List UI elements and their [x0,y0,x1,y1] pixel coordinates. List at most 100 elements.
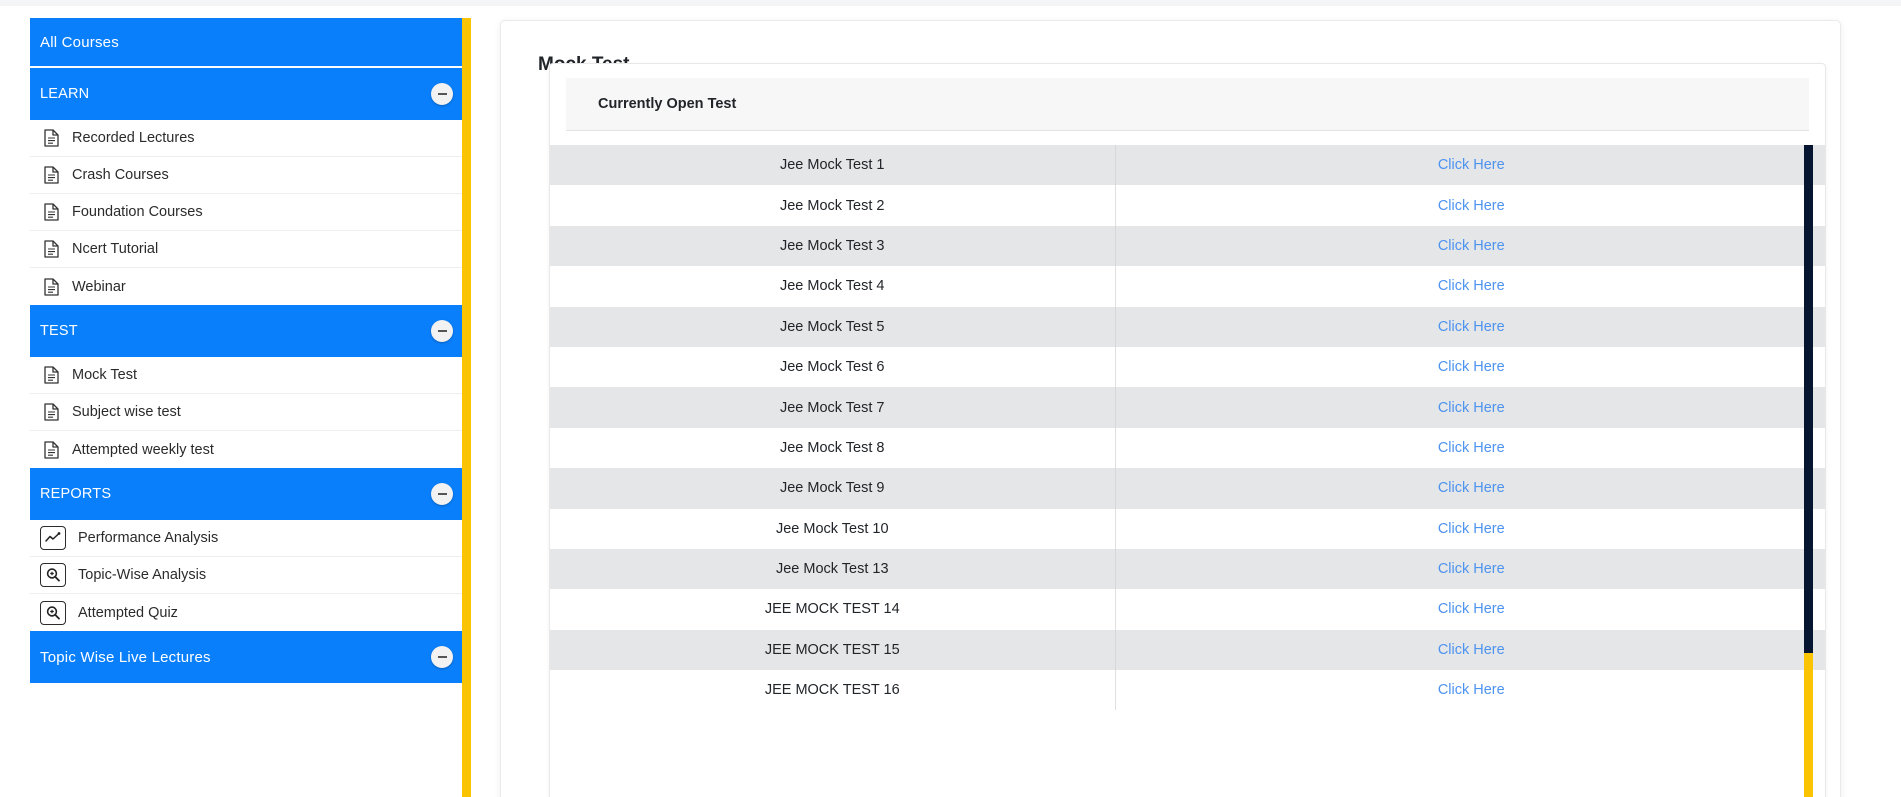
chart-line-icon [40,526,66,550]
sidebar-item-topic-wise-analysis[interactable]: Topic-Wise Analysis [30,557,470,594]
sidebar-item-crash-courses[interactable]: Crash Courses [30,157,470,194]
vertical-scrollbar-track[interactable] [1804,145,1813,797]
sidebar-item-label: Recorded Lectures [72,130,195,146]
table-row: Jee Mock Test 7 Click Here [550,387,1825,428]
minus-icon[interactable] [431,320,453,342]
click-here-link[interactable]: Click Here [1438,440,1505,456]
table-row: Jee Mock Test 2 Click Here [550,185,1825,226]
sidebar-section-label-topic-wise-live-lectures: Topic Wise Live Lectures [40,648,211,666]
click-here-link[interactable]: Click Here [1438,480,1505,496]
click-here-link[interactable]: Click Here [1438,157,1505,173]
test-action-cell: Click Here [1115,185,1825,226]
test-action-cell: Click Here [1115,508,1825,549]
test-name-cell: Jee Mock Test 10 [550,508,1116,549]
sidebar-item-label: Mock Test [72,367,138,383]
test-action-cell: Click Here [1115,670,1825,711]
table-row: Jee Mock Test 6 Click Here [550,346,1825,388]
test-name-cell: JEE MOCK TEST 16 [550,670,1116,711]
test-action-cell: Click Here [1115,548,1825,590]
test-action-cell: Click Here [1115,629,1825,671]
app-root: All Courses LEARN Recorded Lectures Cras… [0,0,1901,797]
minus-icon[interactable] [431,83,453,105]
table-row: Jee Mock Test 8 Click Here [550,427,1825,469]
test-action-cell: Click Here [1115,427,1825,469]
table-row: JEE MOCK TEST 16 Click Here [550,670,1825,711]
test-action-cell: Click Here [1115,589,1825,630]
test-name-cell: JEE MOCK TEST 15 [550,629,1116,671]
test-action-cell: Click Here [1115,225,1825,267]
table-row: Jee Mock Test 5 Click Here [550,306,1825,347]
click-here-link[interactable]: Click Here [1438,682,1505,698]
sidebar: All Courses LEARN Recorded Lectures Cras… [30,18,470,797]
sidebar-item-attempted-quiz[interactable]: Attempted Quiz [30,594,470,631]
sidebar-section-header-topic-wise-live-lectures[interactable]: Topic Wise Live Lectures [30,631,470,683]
sidebar-item-label: Attempted weekly test [72,441,214,458]
sidebar-item-label: Attempted Quiz [78,604,178,621]
test-name-cell: Jee Mock Test 4 [550,266,1116,307]
minus-icon[interactable] [431,646,453,668]
sidebar-item-label: Topic-Wise Analysis [78,567,207,583]
test-action-cell: Click Here [1115,306,1825,347]
document-icon [40,238,62,260]
table-row: JEE MOCK TEST 15 Click Here [550,629,1825,671]
click-here-link[interactable]: Click Here [1438,359,1505,375]
tests-table-scroll-area[interactable]: Jee Mock Test 1 Click Here Jee Mock Test 2… [550,145,1825,797]
click-here-link[interactable]: Click Here [1438,278,1505,294]
sidebar-section-label-reports: REPORTS [40,486,112,502]
test-name-cell: Jee Mock Test 3 [550,225,1116,267]
sidebar-item-label: Crash Courses [72,167,169,183]
all-courses-label: All Courses [40,33,119,51]
test-name-cell: Jee Mock Test 5 [550,306,1116,347]
minus-icon[interactable] [431,483,453,505]
document-icon [40,127,62,149]
panel-header: Currently Open Test [566,78,1809,131]
sidebar-group-reports: Performance Analysis Topic-Wise Analysis… [30,520,470,631]
sidebar-section-header-test[interactable]: TEST [30,305,470,357]
test-name-cell: Jee Mock Test 6 [550,346,1116,388]
click-here-link[interactable]: Click Here [1438,601,1505,617]
sidebar-item-label: Subject wise test [72,404,181,420]
top-strip [0,0,1901,6]
sidebar-item-recorded-lectures[interactable]: Recorded Lectures [30,120,470,157]
test-name-cell: Jee Mock Test 9 [550,468,1116,509]
test-action-cell: Click Here [1115,346,1825,388]
sidebar-item-label: Performance Analysis [78,530,219,546]
sidebar-item-label: Foundation Courses [72,204,203,220]
sidebar-item-attempted-weekly-test[interactable]: Attempted weekly test [30,431,470,468]
table-row: Jee Mock Test 4 Click Here [550,266,1825,307]
click-here-link[interactable]: Click Here [1438,642,1505,658]
sidebar-group-test: Mock Test Subject wise test Attempted we… [30,357,470,468]
test-action-cell: Click Here [1115,468,1825,509]
sidebar-item-subject-wise-test[interactable]: Subject wise test [30,394,470,431]
sidebar-item-webinar[interactable]: Webinar [30,268,470,305]
test-name-cell: Jee Mock Test 1 [550,145,1116,186]
table-row: Jee Mock Test 1 Click Here [550,145,1825,186]
click-here-link[interactable]: Click Here [1438,400,1505,416]
click-here-link[interactable]: Click Here [1438,198,1505,214]
click-here-link[interactable]: Click Here [1438,238,1505,254]
sidebar-item-all-courses[interactable]: All Courses [30,18,470,66]
sidebar-item-mock-test[interactable]: Mock Test [30,357,470,394]
sidebar-item-label: Ncert Tutorial [72,241,159,257]
click-here-link[interactable]: Click Here [1438,561,1505,577]
main-content-card: Mock Test Currently Open Test Jee Mock T… [500,20,1841,797]
sidebar-item-label: Webinar [72,278,126,295]
click-here-link[interactable]: Click Here [1438,521,1505,537]
vertical-scrollbar-thumb[interactable] [1804,145,1813,653]
sidebar-accent-strip [462,18,471,797]
test-action-cell: Click Here [1115,266,1825,307]
test-name-cell: JEE MOCK TEST 14 [550,589,1116,630]
document-icon [40,364,62,386]
sidebar-section-header-learn[interactable]: LEARN [30,68,470,120]
sidebar-item-performance-analysis[interactable]: Performance Analysis [30,520,470,557]
document-icon [40,276,62,298]
table-row: Jee Mock Test 13 Click Here [550,548,1825,590]
test-name-cell: Jee Mock Test 13 [550,548,1116,590]
sidebar-item-ncert-tutorial[interactable]: Ncert Tutorial [30,231,470,268]
sidebar-item-foundation-courses[interactable]: Foundation Courses [30,194,470,231]
document-icon [40,201,62,223]
tests-table-body: Jee Mock Test 1 Click Here Jee Mock Test 2… [550,145,1825,711]
test-name-cell: Jee Mock Test 2 [550,185,1116,226]
sidebar-section-header-reports[interactable]: REPORTS [30,468,470,520]
click-here-link[interactable]: Click Here [1438,319,1505,335]
